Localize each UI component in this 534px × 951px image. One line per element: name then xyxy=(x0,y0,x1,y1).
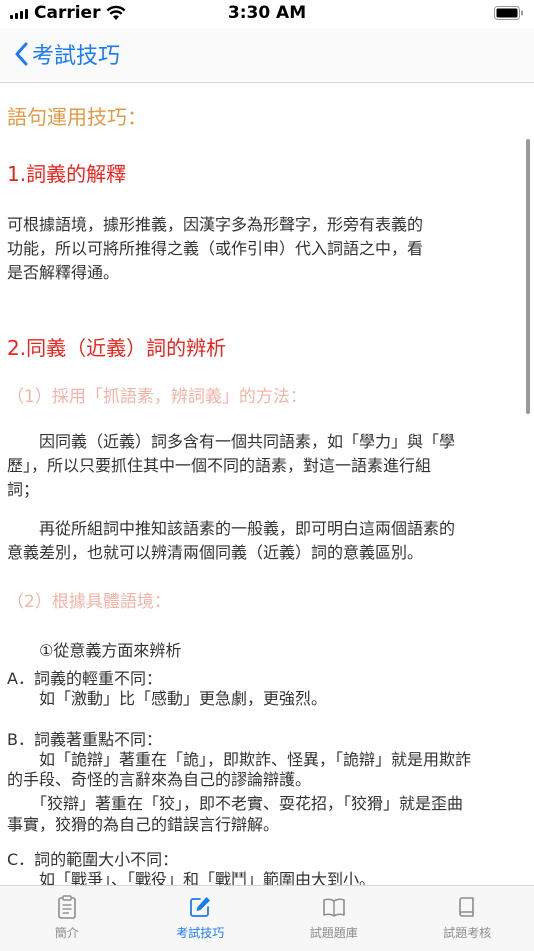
tab-exam-tips[interactable]: 考試技巧 xyxy=(134,886,268,951)
status-time: 3:30 AM xyxy=(0,3,534,23)
paragraph-line: 詞； xyxy=(7,480,39,500)
item-body: 「狡辯」著重在「狡」，即不老實、耍花招，「狡猾」就是歪曲 xyxy=(7,794,463,814)
paragraph-line: 歷」，所以只要抓住其中一個不同的語素，對這一語素進行組 xyxy=(7,456,431,476)
back-button[interactable]: 考試技巧 xyxy=(14,38,120,70)
point-heading: ①從意義方面來辨析 xyxy=(7,641,181,661)
tab-label: 試題題庫 xyxy=(310,924,358,941)
section-heading: 1.詞義的解釋 xyxy=(7,161,126,187)
battery-icon xyxy=(494,5,524,25)
subsection-heading: （2）根據具體語境： xyxy=(7,591,171,613)
tab-label: 簡介 xyxy=(55,924,79,941)
tab-intro[interactable]: 簡介 xyxy=(0,886,134,951)
item-body: 如「詭辯」著重在「詭」，即欺詐、怪異，「詭辯」就是用欺詐 xyxy=(7,750,471,770)
tab-label: 試題考核 xyxy=(443,924,491,941)
item-title: B．詞義著重點不同： xyxy=(7,730,162,750)
tab-label: 考試技巧 xyxy=(176,924,224,941)
paragraph-line: 再從所組詞中推知該語素的一般義，即可明白這兩個語素的 xyxy=(7,519,455,539)
book-open-icon xyxy=(321,894,347,920)
tab-exam-assessment[interactable]: 試題考核 xyxy=(401,886,534,951)
subsection-heading: （1）採用「抓語素，辨詞義」的方法： xyxy=(7,386,307,408)
item-body: 的手段、奇怪的言辭來為自己的謬論辯護。 xyxy=(7,770,311,790)
tab-bar: 簡介 考試技巧 試題題庫 試題考核 xyxy=(0,885,534,951)
tab-question-bank[interactable]: 試題題庫 xyxy=(267,886,401,951)
item-title: A．詞義的輕重不同： xyxy=(7,669,162,689)
chevron-left-icon xyxy=(14,42,28,66)
paragraph-line: 功能，所以可將所推得之義（或作引申）代入詞語之中，看 xyxy=(7,239,423,259)
section-heading: 2.同義（近義）詞的辨析 xyxy=(7,335,226,361)
clipboard-icon xyxy=(54,894,80,920)
book-icon xyxy=(454,894,480,920)
paragraph-line: 可根據語境，據形推義，因漢字多為形聲字，形旁有表義的 xyxy=(7,215,423,235)
paragraph-line: 意義差別，也就可以辨清兩個同義（近義）詞的意義區別。 xyxy=(7,543,423,563)
back-button-label: 考試技巧 xyxy=(32,38,120,70)
pencil-square-icon xyxy=(187,894,213,920)
item-body: 事實，狡猾的為自己的錯誤言行辯解。 xyxy=(7,815,279,835)
item-body: 如「激動」比「感動」更急劇，更強烈。 xyxy=(7,689,327,709)
navigation-bar: 考試技巧 xyxy=(0,28,534,83)
article-content[interactable]: 語句運用技巧： 1.詞義的解釋 可根據語境，據形推義，因漢字多為形聲字，形旁有表… xyxy=(0,83,534,885)
scroll-indicator[interactable] xyxy=(526,139,530,414)
paragraph-line: 因同義（近義）詞多含有一個共同語素，如「學力」與「學 xyxy=(7,432,455,452)
status-bar: Carrier 3:30 AM xyxy=(0,0,534,28)
paragraph-line: 是否解釋得通。 xyxy=(7,263,119,283)
item-title: C．詞的範圍大小不同： xyxy=(7,850,178,870)
item-body: 如「戰爭」、「戰役」和「戰鬥」範圍由大到小。 xyxy=(7,870,375,885)
article-title: 語句運用技巧： xyxy=(7,104,147,130)
